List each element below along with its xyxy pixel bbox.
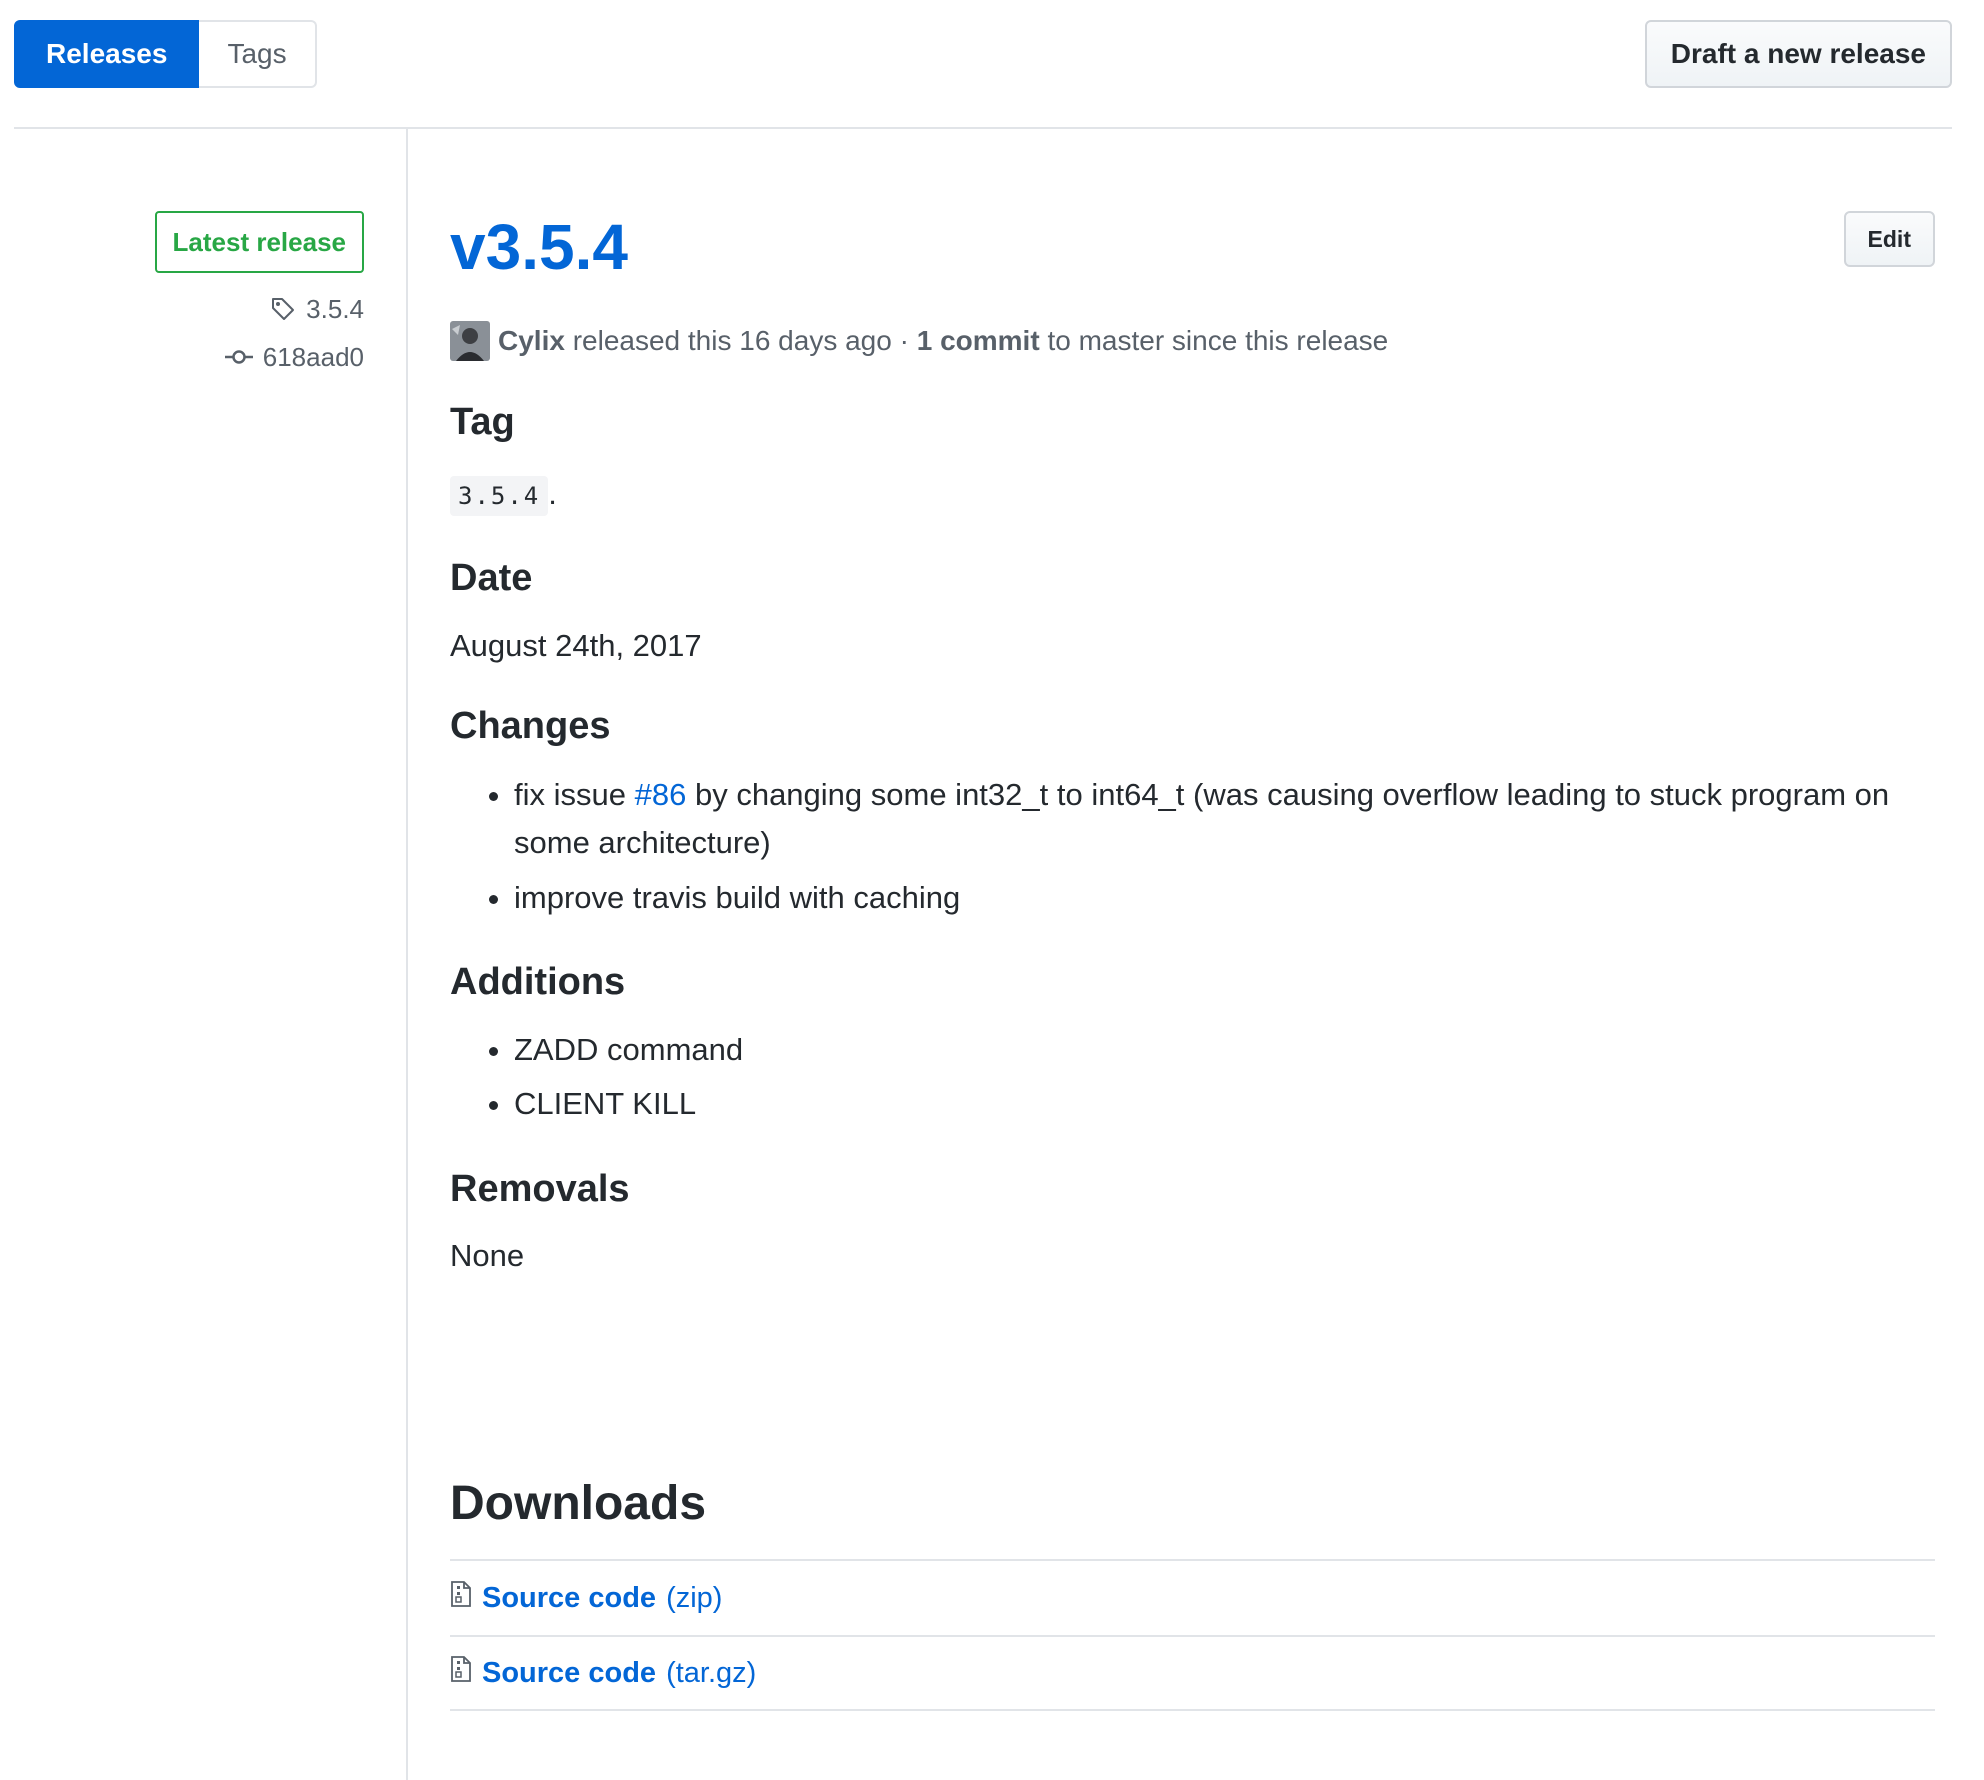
downloads-list: Source code (zip) Source code (tar.gz): [450, 1559, 1935, 1711]
tag-code: 3.5.4: [450, 475, 549, 516]
file-zip-icon: [450, 1580, 472, 1616]
release-authorship: Cylix released this 16 days ago · 1 comm…: [450, 321, 1388, 361]
file-zip-icon: [450, 1655, 472, 1691]
list-item: fix issue #86 by changing some int32_t t…: [514, 771, 1935, 867]
released-time: released this 16 days ago: [572, 325, 892, 356]
download-zip-link[interactable]: Source code (zip): [450, 1559, 1935, 1635]
change-text: fix issue: [514, 776, 626, 812]
sidebar-tag-name: 3.5.4: [306, 293, 364, 324]
list-item: ZADD command: [514, 1027, 1935, 1074]
download-ext: (tar.gz): [666, 1656, 757, 1689]
latest-release-badge: Latest release: [154, 211, 364, 273]
download-label: Source code: [482, 1581, 657, 1614]
tab-tags[interactable]: Tags: [199, 20, 317, 88]
commit-icon: [224, 347, 253, 367]
releases-subnav: Releases Tags: [14, 20, 317, 88]
download-ext: (zip): [666, 1581, 723, 1614]
tab-releases[interactable]: Releases: [14, 20, 200, 88]
tag-suffix: .: [548, 475, 557, 511]
downloads-heading: Downloads: [450, 1477, 707, 1530]
sidebar-commit-hash: 618aad0: [262, 341, 364, 372]
sidebar-tag-link[interactable]: 3.5.4: [270, 289, 364, 329]
list-item: improve travis build with caching: [514, 875, 1935, 922]
commit-count-suffix: to master since this release: [1047, 325, 1389, 356]
download-label: Source code: [482, 1656, 657, 1689]
heading-tag: Tag: [450, 401, 515, 443]
removals-text: None: [450, 1238, 525, 1273]
author-link[interactable]: Cylix: [498, 325, 565, 357]
meta-separator: ·: [899, 325, 909, 356]
download-targz-link[interactable]: Source code (tar.gz): [450, 1635, 1935, 1711]
author-avatar[interactable]: [450, 321, 490, 361]
commit-count-link[interactable]: 1 commit: [917, 325, 1040, 357]
changes-list: fix issue #86 by changing some int32_t t…: [450, 771, 1935, 922]
release-notes: Tag 3.5.4. Date August 24th, 2017 Change…: [450, 399, 1935, 1280]
sidebar-commit-link[interactable]: 618aad0: [224, 337, 364, 377]
change-text: by changing some int32_t to int64_t (was…: [514, 776, 1890, 860]
release-meta-sidebar: Latest release 3.5.4 618aad0: [0, 129, 408, 1780]
heading-removals: Removals: [450, 1167, 630, 1210]
heading-changes: Changes: [450, 705, 611, 747]
list-item: CLIENT KILL: [514, 1081, 1935, 1128]
heading-additions: Additions: [450, 961, 626, 1003]
additions-list: ZADD command CLIENT KILL: [450, 1027, 1935, 1128]
tag-paragraph: 3.5.4.: [450, 471, 1935, 518]
release-title-link[interactable]: v3.5.4: [450, 215, 628, 279]
heading-date: Date: [450, 557, 533, 599]
edit-release-button[interactable]: Edit: [1843, 211, 1935, 267]
release-page: Releases Tags Draft a new release Latest…: [0, 0, 1984, 1780]
date-text: August 24th, 2017: [450, 627, 702, 663]
tag-icon: [270, 296, 296, 322]
draft-new-release-button[interactable]: Draft a new release: [1644, 20, 1952, 88]
issue-link[interactable]: #86: [635, 777, 687, 812]
